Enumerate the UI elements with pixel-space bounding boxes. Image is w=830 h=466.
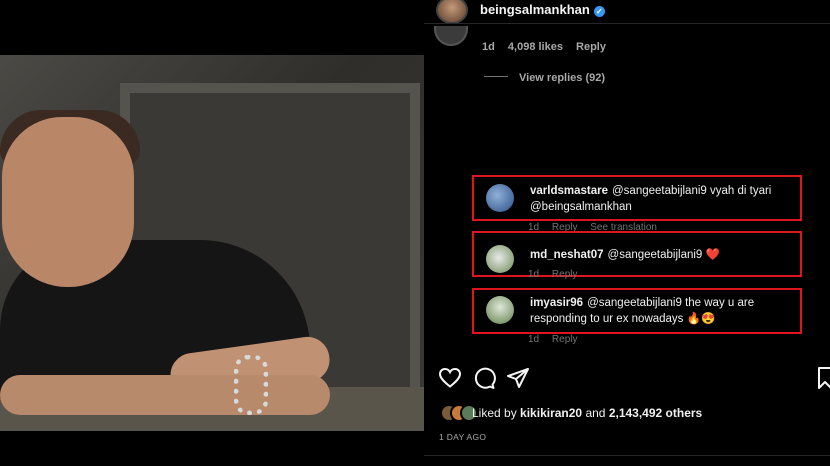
- send-icon[interactable]: [506, 366, 530, 390]
- post-media[interactable]: [0, 0, 424, 466]
- reply-button[interactable]: Reply: [576, 41, 606, 53]
- comment-body: @sangeetabijlani9: [607, 249, 703, 261]
- view-replies-button[interactable]: View replies (92): [519, 72, 605, 84]
- comment-meta: 1d Reply: [528, 334, 587, 345]
- prev-comment-avatar[interactable]: [434, 26, 468, 46]
- person-arm-bottom: [0, 375, 330, 415]
- comment-highlight-box: md_neshat07 @sangeetabijlani9 ❤️: [472, 231, 802, 277]
- post-photo: [0, 55, 424, 431]
- post-username[interactable]: beingsalmankhan ✓: [480, 2, 605, 17]
- comment-text: varldsmastare @sangeetabijlani9 vyah di t…: [530, 183, 798, 215]
- person-face: [2, 117, 134, 287]
- commenter-username[interactable]: varldsmastare: [530, 185, 608, 197]
- prev-comment-meta: 1d 4,098 likes Reply: [482, 41, 616, 53]
- likes-count[interactable]: 2,143,492 others: [609, 406, 702, 420]
- comment-age: 1d: [482, 41, 495, 53]
- commenter-username[interactable]: md_neshat07: [530, 249, 604, 261]
- commenter-avatar[interactable]: [486, 245, 514, 273]
- commenter-avatar[interactable]: [486, 184, 514, 212]
- comment-meta: 1d Reply: [528, 269, 587, 280]
- liker-username[interactable]: kikikiran20: [520, 406, 582, 420]
- comments-panel: beingsalmankhan ✓ 1d 4,098 likes Reply Vi…: [424, 0, 830, 466]
- comment-text: imyasir96 @sangeetabijlani9 the way u are…: [530, 295, 798, 327]
- post-timestamp[interactable]: 1 DAY AGO: [439, 432, 486, 442]
- post-actions: [438, 366, 830, 390]
- commenter-username[interactable]: imyasir96: [530, 297, 583, 309]
- profile-avatar[interactable]: [436, 0, 468, 24]
- comment-icon[interactable]: [472, 366, 496, 390]
- verified-icon: ✓: [593, 6, 605, 17]
- reply-button[interactable]: Reply: [552, 269, 578, 280]
- replies-dash: [484, 76, 508, 77]
- comment-likes[interactable]: 4,098 likes: [508, 41, 563, 53]
- reply-button[interactable]: Reply: [552, 334, 578, 345]
- fire-heart-eyes-emoji: 🔥😍: [686, 313, 716, 325]
- commenter-avatar[interactable]: [486, 296, 514, 324]
- comment-age: 1d: [528, 269, 540, 280]
- bookmark-icon[interactable]: [818, 366, 830, 390]
- liked-by-text: Liked by kikikiran20 and 2,143,492 other…: [472, 404, 702, 422]
- liked-by-label: Liked by: [472, 406, 517, 420]
- comment-age: 1d: [528, 334, 540, 345]
- heart-icon[interactable]: [438, 366, 462, 390]
- comment-highlight-box: varldsmastare @sangeetabijlani9 vyah di t…: [472, 175, 802, 221]
- liked-by-connector: and: [585, 406, 606, 420]
- footer-divider: [424, 455, 830, 456]
- comment-highlight-box: imyasir96 @sangeetabijlani9 the way u are…: [472, 288, 802, 334]
- silver-bracelet: [234, 355, 268, 415]
- header-divider: [424, 23, 830, 24]
- heart-emoji: ❤️: [705, 249, 720, 261]
- comment-text: md_neshat07 @sangeetabijlani9 ❤️: [530, 247, 798, 263]
- username-text[interactable]: beingsalmankhan: [480, 2, 590, 17]
